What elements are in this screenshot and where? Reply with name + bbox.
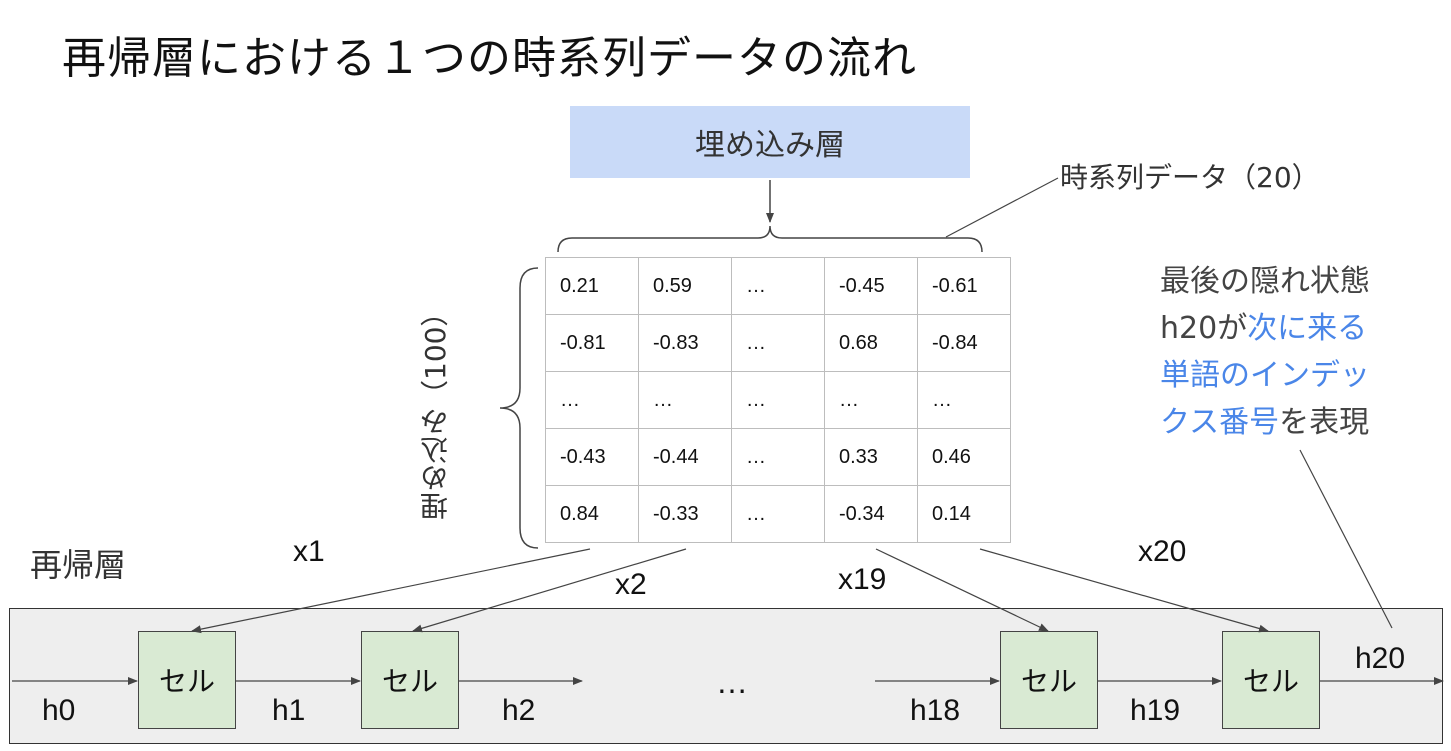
timeseries-pointer bbox=[945, 177, 1059, 238]
left-brace bbox=[499, 267, 539, 549]
top-brace bbox=[557, 225, 983, 253]
x2-arrow bbox=[412, 548, 687, 633]
diagram-connectors bbox=[12, 177, 1444, 685]
note-pointer bbox=[1299, 449, 1393, 629]
x1-arrow bbox=[191, 548, 591, 634]
